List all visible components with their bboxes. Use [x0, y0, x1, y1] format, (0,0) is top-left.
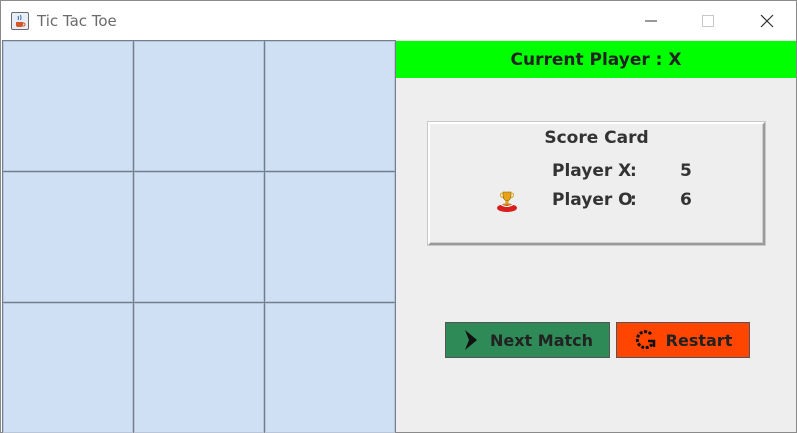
board-cell-6[interactable]	[265, 172, 395, 302]
title-bar: Tic Tac Toe	[1, 1, 796, 40]
maximize-button[interactable]	[685, 1, 731, 40]
board-cell-9[interactable]	[265, 303, 395, 433]
board-cell-8[interactable]	[134, 303, 264, 433]
board-cell-4[interactable]	[3, 172, 133, 302]
close-button[interactable]	[744, 1, 790, 40]
current-player-status: Current Player : X	[396, 41, 796, 78]
window-title: Tic Tac Toe	[37, 12, 117, 30]
score-row-player-o: Player O : 6	[430, 190, 763, 214]
player-x-label: Player X	[552, 161, 632, 181]
board-cell-3[interactable]	[265, 41, 395, 171]
minimize-icon	[645, 20, 657, 21]
restart-icon	[635, 330, 655, 350]
score-card-title: Score Card	[544, 128, 649, 148]
score-card: Score Card Player X : 5 Player O : 6	[428, 122, 765, 245]
player-o-label: Player O	[552, 190, 633, 210]
board-cell-2[interactable]	[134, 41, 264, 171]
score-row-player-x: Player X : 5	[430, 161, 763, 185]
play-arrow-icon	[464, 330, 477, 350]
player-x-colon: :	[630, 161, 637, 181]
player-o-score: 6	[680, 190, 692, 210]
game-board	[2, 40, 396, 433]
trophy-icon	[497, 191, 517, 212]
app-window: Tic Tac Toe Current Player : X Score Car…	[0, 0, 797, 433]
restart-label: Restart	[665, 330, 733, 350]
board-cell-7[interactable]	[3, 303, 133, 433]
restart-button[interactable]: Restart	[616, 322, 750, 358]
board-cell-5[interactable]	[134, 172, 264, 302]
player-x-score: 5	[680, 161, 692, 181]
board-cell-1[interactable]	[3, 41, 133, 171]
next-match-button[interactable]: Next Match	[445, 322, 610, 358]
side-panel: Current Player : X Score Card Player X :…	[396, 40, 796, 432]
minimize-button[interactable]	[628, 1, 674, 40]
maximize-icon	[702, 14, 714, 27]
next-match-label: Next Match	[489, 330, 594, 350]
player-o-colon: :	[630, 190, 637, 210]
java-cup-icon	[11, 12, 29, 30]
close-icon	[760, 14, 774, 27]
